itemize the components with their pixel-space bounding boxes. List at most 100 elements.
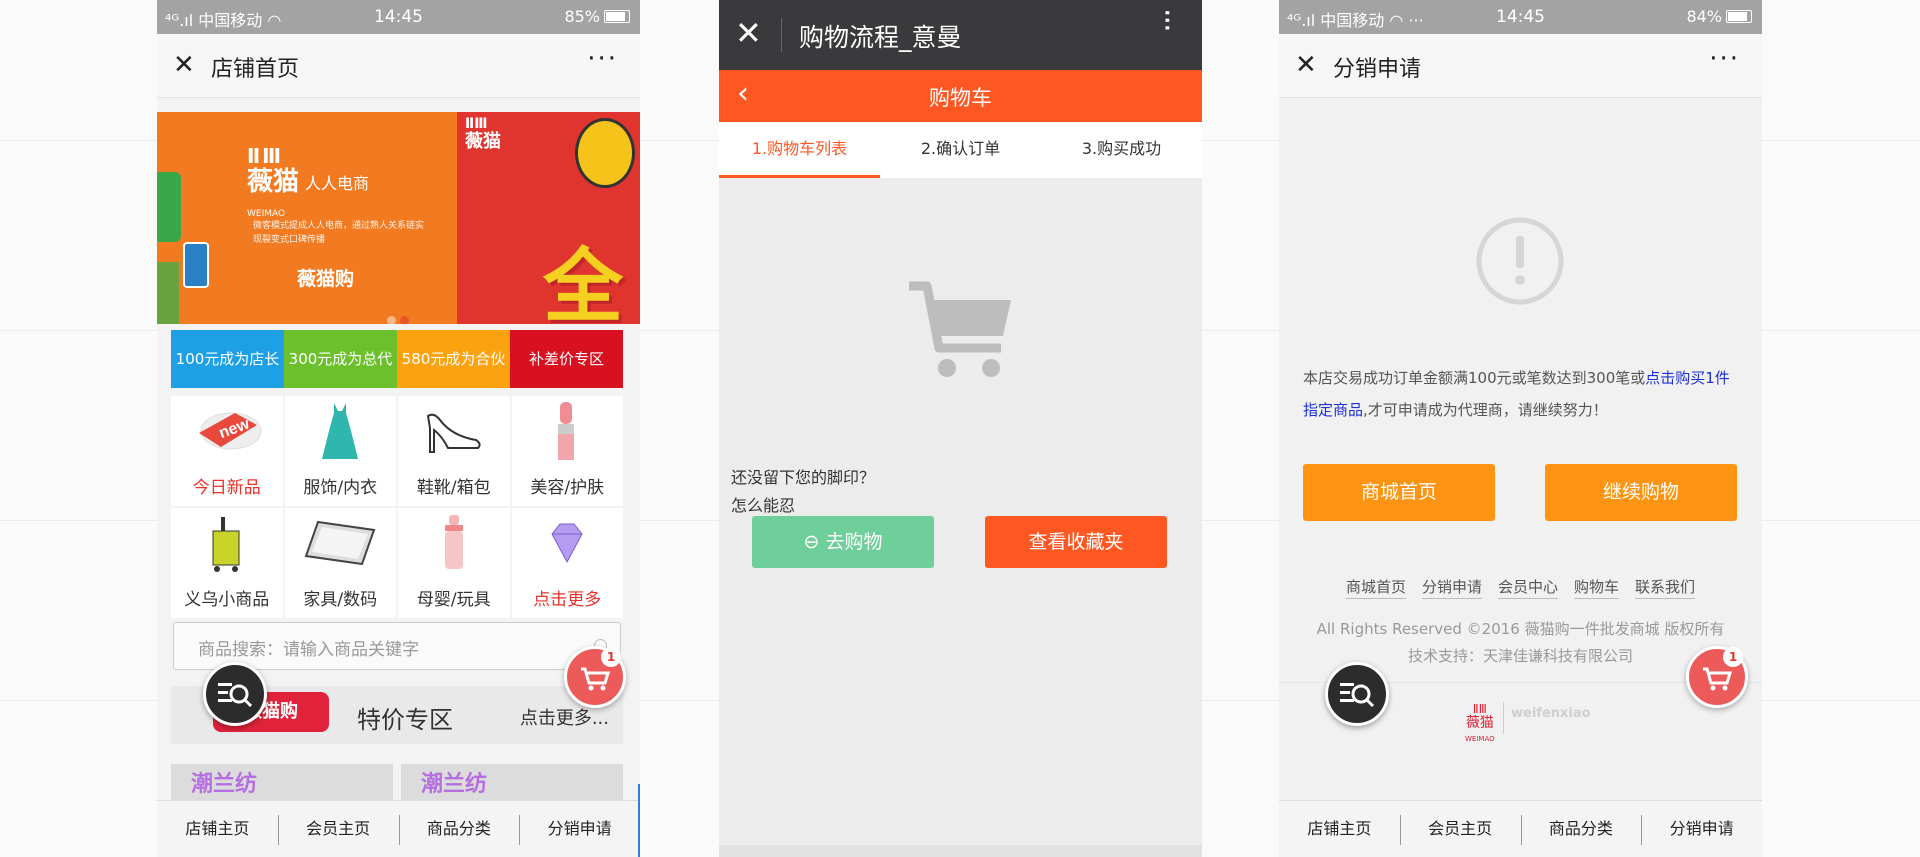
- luggage-icon: [212, 517, 240, 572]
- tab-member-home[interactable]: 会员主页: [277, 801, 399, 857]
- battery-indicator: 84%: [1686, 7, 1752, 26]
- continue-shopping-button[interactable]: 继续购物: [1545, 464, 1737, 521]
- step-purchase-success[interactable]: 3.购买成功: [1041, 122, 1202, 178]
- empty-cart-icon: [909, 281, 1011, 377]
- footer-link-mall-home[interactable]: 商城首页: [1345, 578, 1406, 599]
- category-label: 母婴/玩具: [416, 590, 491, 610]
- category-furniture-digital[interactable]: 家具/数码: [284, 508, 396, 618]
- footer-link-contact[interactable]: 联系我们: [1635, 578, 1696, 599]
- category-more[interactable]: 点击更多: [511, 508, 623, 618]
- phone-store-home: ⁴ᴳ.ıl 中国移动 ◠ 14:45 85% ✕ 店铺首页 ··· ⅡⅢ 薇猫 WE…: [157, 0, 640, 857]
- banner-carousel[interactable]: ⅡⅢ 薇猫 WEIMAO 人人电商 微客模式提成人人电商，通过熟人关系链实 现裂变式…: [157, 112, 640, 324]
- carousel-dot[interactable]: [387, 316, 396, 324]
- tab-store-home[interactable]: 店铺主页: [157, 801, 278, 857]
- product-card[interactable]: 潮兰纺: [401, 764, 623, 804]
- webview-title: 购物流程_意曼: [799, 23, 962, 52]
- promo-price-difference[interactable]: 补差价专区: [510, 330, 623, 388]
- promo-general-agent[interactable]: 300元成为总代: [284, 330, 397, 388]
- divider: [1503, 702, 1504, 734]
- category-clothing[interactable]: 服饰/内衣: [284, 396, 396, 506]
- banner-desc: 现裂变式口碑传播: [253, 235, 326, 245]
- hand-illustration: [157, 262, 179, 324]
- tab-store-home[interactable]: 店铺主页: [1279, 801, 1400, 857]
- close-icon[interactable]: ✕: [1295, 50, 1317, 80]
- tablet-icon: [304, 520, 376, 566]
- phone-illustration: [157, 172, 181, 242]
- tab-distribution-apply[interactable]: 分销申请: [1641, 801, 1762, 857]
- footer-links: 商城首页 分销申请 会员中心 购物车 联系我们: [1279, 576, 1762, 599]
- category-small-goods[interactable]: 义乌小商品: [171, 508, 283, 618]
- cart-fab[interactable]: 1: [564, 646, 626, 708]
- mall-home-button[interactable]: 商城首页: [1303, 464, 1495, 521]
- status-bar: ⁴ᴳ.ıl 中国移动 ◠ ··· 14:45 84%: [1279, 0, 1762, 34]
- copyright-text: All Rights Reserved ©2016 薇猫购一件批发商城 版权所有: [1316, 620, 1725, 638]
- bottle-icon: [444, 515, 463, 569]
- phone-shopping-cart: ✕ 购物流程_意曼 ··· ‹ 购物车 1.购物车列表 2.确认订单 3.购买成…: [719, 0, 1202, 857]
- tab-categories[interactable]: 商品分类: [1520, 801, 1642, 857]
- arrow-circle-icon: ⊖: [803, 531, 820, 553]
- close-icon[interactable]: ✕: [735, 14, 762, 52]
- lipstick-icon: [558, 402, 575, 460]
- promo-row: 100元成为店长 300元成为总代 580元成为合伙 补差价专区: [171, 330, 623, 388]
- divider: [781, 18, 782, 52]
- search-list-icon: [1340, 683, 1375, 708]
- step-confirm-order[interactable]: 2.确认订单: [880, 122, 1041, 178]
- phone-distribution-apply: ⁴ᴳ.ıl 中国移动 ◠ ··· 14:45 84% ✕ 分销申请 ··· 本店…: [1279, 0, 1762, 857]
- category-label: 美容/护肤: [530, 478, 605, 498]
- go-shopping-button[interactable]: ⊖ 去购物: [752, 516, 934, 568]
- tab-member-home[interactable]: 会员主页: [1399, 801, 1521, 857]
- high-heel-icon: [426, 413, 481, 453]
- banner-slogan: 人人电商: [305, 174, 370, 193]
- new-tag-icon: new: [198, 412, 262, 450]
- category-new[interactable]: new 今日新品: [171, 396, 283, 506]
- cart-header-bar: ‹ 购物车: [719, 70, 1202, 122]
- cart-fab[interactable]: 1: [1686, 646, 1748, 708]
- product-brand: 潮兰纺: [421, 772, 488, 797]
- page-title: 购物车: [929, 86, 992, 110]
- weifenxiao-logo: weifenxiao: [1511, 706, 1591, 721]
- tab-categories[interactable]: 商品分类: [398, 801, 520, 857]
- button-label: 去购物: [825, 531, 883, 553]
- cart-badge: 1: [1723, 647, 1743, 667]
- section-title: 特价专区: [357, 706, 453, 734]
- product-brand: 潮兰纺: [191, 772, 258, 797]
- footer-link-distribution[interactable]: 分销申请: [1421, 578, 1482, 599]
- diamond-icon: [551, 523, 583, 564]
- close-icon[interactable]: ✕: [173, 50, 195, 80]
- promo-store-owner[interactable]: 100元成为店长: [171, 330, 284, 388]
- weimao-footer-logo: ⅡⅢ 薇猫 WEIMAO: [1465, 702, 1495, 743]
- tab-distribution-apply[interactable]: 分销申请: [519, 801, 640, 857]
- battery-percent: 85%: [564, 7, 600, 26]
- more-icon[interactable]: ···: [587, 44, 618, 74]
- more-icon[interactable]: ···: [1709, 44, 1740, 74]
- search-menu-fab[interactable]: [203, 662, 267, 726]
- category-shoes-bags[interactable]: 鞋靴/箱包: [398, 396, 510, 506]
- nav-bar: ✕ 店铺首页 ···: [157, 34, 640, 98]
- battery-icon: [604, 10, 630, 23]
- battery-percent: 84%: [1686, 7, 1722, 26]
- carousel-dot-active[interactable]: [400, 316, 409, 324]
- search-menu-fab[interactable]: [1325, 662, 1389, 726]
- category-baby-toys[interactable]: 母婴/玩具: [398, 508, 510, 618]
- category-label: 点击更多: [533, 590, 602, 610]
- promo-partner[interactable]: 580元成为合伙: [397, 330, 510, 388]
- category-label: 鞋靴/箱包: [416, 478, 491, 498]
- category-grid: new 今日新品 服饰/内衣 鞋靴/箱包 美容/护肤 义乌小商品 家具/数码 母…: [171, 396, 623, 618]
- footer-link-member-center[interactable]: 会员中心: [1497, 578, 1558, 599]
- eligibility-message: 本店交易成功订单金额满100元或笔数达到300笔或点击购买1件指定商品,才可申请…: [1303, 362, 1743, 426]
- category-beauty[interactable]: 美容/护肤: [511, 396, 623, 506]
- category-label: 家具/数码: [303, 590, 378, 610]
- nav-bar: ✕ 分销申请 ···: [1279, 34, 1762, 98]
- battery-icon: [1726, 10, 1752, 23]
- view-favorites-button[interactable]: 查看收藏夹: [985, 516, 1167, 568]
- bottom-tab-bar: 店铺主页 会员主页 商品分类 分销申请: [1279, 800, 1762, 857]
- webview-header: ✕ 购物流程_意曼 ···: [719, 0, 1202, 70]
- step-cart-list[interactable]: 1.购物车列表: [719, 122, 880, 178]
- carousel-dots[interactable]: [387, 310, 413, 324]
- product-card[interactable]: 潮兰纺: [171, 764, 393, 804]
- banner-name: 薇猫购: [297, 268, 355, 290]
- more-vertical-icon[interactable]: ···: [1149, 8, 1184, 31]
- footer-link-cart[interactable]: 购物车: [1574, 578, 1620, 599]
- cart-badge: 1: [601, 647, 621, 667]
- bottom-tab-bar: 店铺主页 会员主页 商品分类 分销申请: [157, 800, 640, 857]
